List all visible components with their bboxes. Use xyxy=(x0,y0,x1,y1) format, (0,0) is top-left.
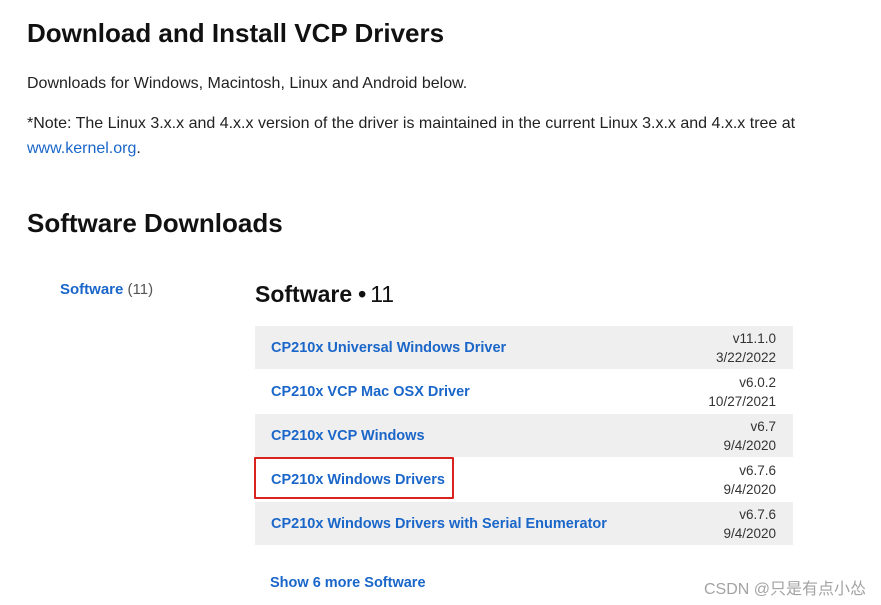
linux-note: *Note: The Linux 3.x.x and 4.x.x version… xyxy=(27,111,857,161)
page: Download and Install VCP Drivers Downloa… xyxy=(0,0,881,605)
software-row[interactable]: CP210x Windows Drivers v6.7.6 9/4/2020 xyxy=(255,458,793,502)
filter-software-label[interactable]: Software xyxy=(60,281,123,298)
linux-note-text: *Note: The Linux 3.x.x and 4.x.x version… xyxy=(27,115,796,132)
software-row[interactable]: CP210x Universal Windows Driver v11.1.0 … xyxy=(255,326,793,370)
linux-note-end: . xyxy=(136,140,141,157)
software-list-heading: Software • 11 xyxy=(255,281,394,308)
software-date: 10/27/2021 xyxy=(708,394,776,409)
filter-software-count: (11) xyxy=(127,281,154,298)
software-name-link[interactable]: CP210x VCP Mac OSX Driver xyxy=(271,384,470,400)
software-name-link[interactable]: CP210x VCP Windows xyxy=(271,428,425,444)
page-title: Download and Install VCP Drivers xyxy=(27,18,445,48)
software-version: v6.7.6 xyxy=(739,507,776,522)
section-title: Software Downloads xyxy=(27,208,283,238)
software-name-link[interactable]: CP210x Windows Drivers xyxy=(271,472,445,488)
kernel-org-link[interactable]: www.kernel.org xyxy=(27,140,136,157)
separator-dot: • xyxy=(358,281,367,307)
intro-text: Downloads for Windows, Macintosh, Linux … xyxy=(27,75,468,92)
software-name-link[interactable]: CP210x Windows Drivers with Serial Enume… xyxy=(271,516,607,532)
software-date: 9/4/2020 xyxy=(723,482,776,497)
software-version: v6.7 xyxy=(750,419,776,434)
software-row[interactable]: CP210x VCP Mac OSX Driver v6.0.2 10/27/2… xyxy=(255,370,793,414)
software-version: v6.0.2 xyxy=(739,375,776,390)
show-more-software-link[interactable]: Show 6 more Software xyxy=(270,575,426,591)
filter-software[interactable]: Software (11) xyxy=(60,281,153,298)
software-date: 3/22/2022 xyxy=(715,350,776,365)
software-list-count: 11 xyxy=(370,281,395,307)
software-list-title: Software xyxy=(255,281,353,307)
software-list: CP210x Universal Windows Driver v11.1.0 … xyxy=(255,326,793,546)
software-date: 9/4/2020 xyxy=(723,526,776,541)
software-name-link[interactable]: CP210x Universal Windows Driver xyxy=(271,340,506,356)
software-version: v6.7.6 xyxy=(739,463,776,478)
software-row[interactable]: CP210x VCP Windows v6.7 9/4/2020 xyxy=(255,414,793,458)
csdn-watermark: CSDN @只是有点小怂 xyxy=(703,581,866,598)
software-version: v11.1.0 xyxy=(732,331,776,346)
software-date: 9/4/2020 xyxy=(723,438,776,453)
software-row[interactable]: CP210x Windows Drivers with Serial Enume… xyxy=(255,502,793,546)
